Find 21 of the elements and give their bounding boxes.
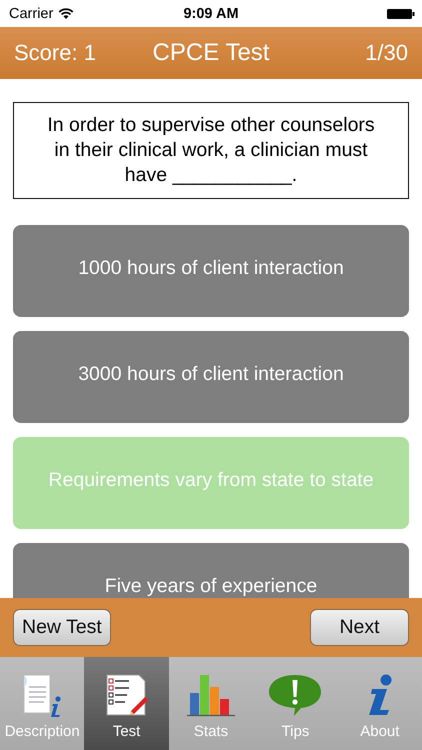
screen-title: CPCE Test (152, 39, 270, 67)
next-button[interactable]: Next (310, 609, 409, 646)
answer-button[interactable]: 1000 hours of client interaction (13, 225, 409, 317)
wifi-icon (58, 8, 74, 20)
status-time: 9:09 AM (183, 6, 239, 22)
battery-icon (387, 8, 415, 18)
checklist-pencil-icon (104, 673, 149, 717)
carrier-label: Carrier (9, 6, 54, 22)
answer-button[interactable]: Five years of experience (13, 543, 409, 598)
tab[interactable]: Tips (253, 657, 338, 750)
bar-chart-icon (186, 673, 236, 717)
question-text: In order to supervise other counselors in their clinical work, a clinician must have ___________. (13, 102, 409, 199)
progress-label: 1/30 (365, 40, 408, 66)
score-label: Score: 1 (14, 40, 96, 66)
tab[interactable]: Stats (168, 657, 254, 750)
exclamation-bubble-icon (268, 673, 322, 717)
tab[interactable]: Description (0, 657, 84, 750)
tab[interactable]: Test (84, 657, 169, 750)
new-test-button[interactable]: New Test (13, 609, 111, 646)
answer-button[interactable]: 3000 hours of client interaction (13, 331, 409, 423)
tab[interactable]: About (338, 657, 422, 750)
